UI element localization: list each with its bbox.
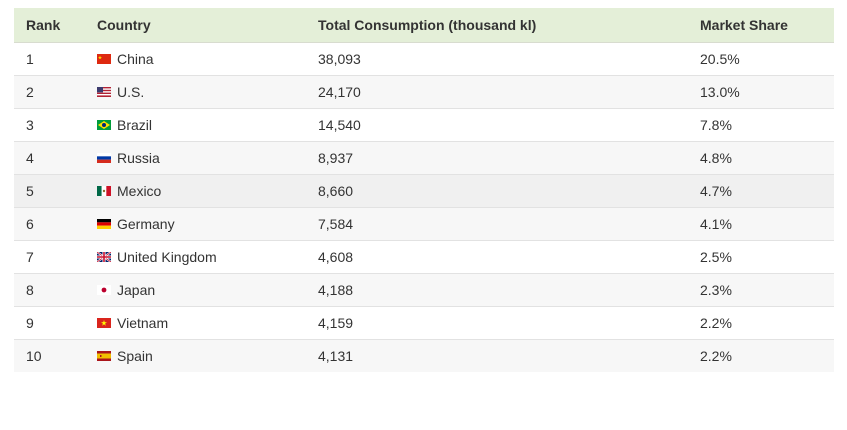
total-consumption-column-header[interactable]: Total Consumption (thousand kl) xyxy=(306,8,688,43)
brazil-flag-icon xyxy=(97,119,111,130)
market-share-cell: 2.3% xyxy=(688,273,834,307)
beer-consumption-table: Rank Country Total Consumption (thousand… xyxy=(14,8,834,372)
country-cell: Mexico xyxy=(85,174,306,208)
china-flag-icon xyxy=(97,53,111,64)
country-cell: Brazil xyxy=(85,108,306,142)
table-row: 5 Mexico 8,660 4.7% xyxy=(14,174,834,208)
uk-flag-icon xyxy=(97,251,111,262)
country-name: Mexico xyxy=(117,182,162,199)
total-consumption-cell: 4,188 xyxy=(306,273,688,307)
country-name: China xyxy=(117,50,154,67)
total-consumption-cell: 4,159 xyxy=(306,306,688,340)
rank-column-header[interactable]: Rank xyxy=(14,8,85,43)
market-share-cell: 4.1% xyxy=(688,207,834,241)
country-cell: China xyxy=(85,42,306,76)
table-row: 6 Germany 7,584 4.1% xyxy=(14,207,834,241)
table-row: 8 Japan 4,188 2.3% xyxy=(14,273,834,307)
market-share-cell: 13.0% xyxy=(688,75,834,109)
rank-cell: 4 xyxy=(14,141,85,175)
table-row: 7 United Kingdom 4,608 2.5% xyxy=(14,240,834,274)
total-consumption-cell: 7,584 xyxy=(306,207,688,241)
table-row: 1 China 38,093 20.5% xyxy=(14,42,834,76)
country-cell: Spain xyxy=(85,339,306,372)
country-name: Brazil xyxy=(117,116,153,133)
market-share-cell: 7.8% xyxy=(688,108,834,142)
rank-cell: 8 xyxy=(14,273,85,307)
us-flag-icon xyxy=(97,86,111,97)
rank-cell: 9 xyxy=(14,306,85,340)
table-row: 3 Brazil 14,540 7.8% xyxy=(14,108,834,142)
country-name: Spain xyxy=(117,347,153,364)
market-share-cell: 20.5% xyxy=(688,42,834,76)
country-cell: Vietnam xyxy=(85,306,306,340)
total-consumption-cell: 24,170 xyxy=(306,75,688,109)
vietnam-flag-icon xyxy=(97,317,111,328)
total-consumption-cell: 14,540 xyxy=(306,108,688,142)
market-share-cell: 4.8% xyxy=(688,141,834,175)
rank-cell: 10 xyxy=(26,347,42,364)
rank-cell: 7 xyxy=(14,240,85,274)
japan-flag-icon xyxy=(97,284,111,295)
country-name: Russia xyxy=(117,149,160,166)
russia-flag-icon xyxy=(97,152,111,163)
total-consumption-cell: 8,660 xyxy=(306,174,688,208)
total-consumption-cell: 8,937 xyxy=(306,141,688,175)
country-name: U.S. xyxy=(117,83,145,100)
total-consumption-cell: 4,608 xyxy=(306,240,688,274)
beer-consumption-table-container: Rank Country Total Consumption (thousand… xyxy=(14,8,834,372)
table-header-row: Rank Country Total Consumption (thousand… xyxy=(14,8,834,43)
table-row: 10 Spain 4,131 2.2% xyxy=(14,339,834,372)
rank-cell: 1 xyxy=(14,42,85,76)
country-cell: United Kingdom xyxy=(85,240,306,274)
rank-cell: 2 xyxy=(14,75,85,109)
country-cell: U.S. xyxy=(85,75,306,109)
spain-flag-icon xyxy=(97,350,111,361)
market-share-cell: 2.2% xyxy=(688,306,834,340)
country-name: Japan xyxy=(117,281,156,298)
market-share-cell: 4.7% xyxy=(688,174,834,208)
country-cell: Japan xyxy=(85,273,306,307)
table-row: 2 U.S. 24,170 13.0% xyxy=(14,75,834,109)
country-name: Germany xyxy=(117,215,175,232)
mexico-flag-icon xyxy=(97,185,111,196)
germany-flag-icon xyxy=(97,218,111,229)
rank-cell: 5 xyxy=(14,174,85,208)
country-name: United Kingdom xyxy=(117,248,217,265)
country-column-header[interactable]: Country xyxy=(85,8,306,43)
rank-cell: 3 xyxy=(14,108,85,142)
country-cell: Russia xyxy=(85,141,306,175)
market-share-cell: 2.5% xyxy=(688,240,834,274)
total-consumption-cell: 38,093 xyxy=(306,42,688,76)
rank-cell: 6 xyxy=(14,207,85,241)
table-row: 9 Vietnam 4,159 2.2% xyxy=(14,306,834,340)
market-share-cell: 2.2% xyxy=(700,347,732,364)
country-name: Vietnam xyxy=(117,314,169,331)
country-cell: Germany xyxy=(85,207,306,241)
table-row: 4 Russia 8,937 4.8% xyxy=(14,141,834,175)
total-consumption-cell: 4,131 xyxy=(318,347,354,364)
market-share-column-header[interactable]: Market Share xyxy=(688,8,834,43)
